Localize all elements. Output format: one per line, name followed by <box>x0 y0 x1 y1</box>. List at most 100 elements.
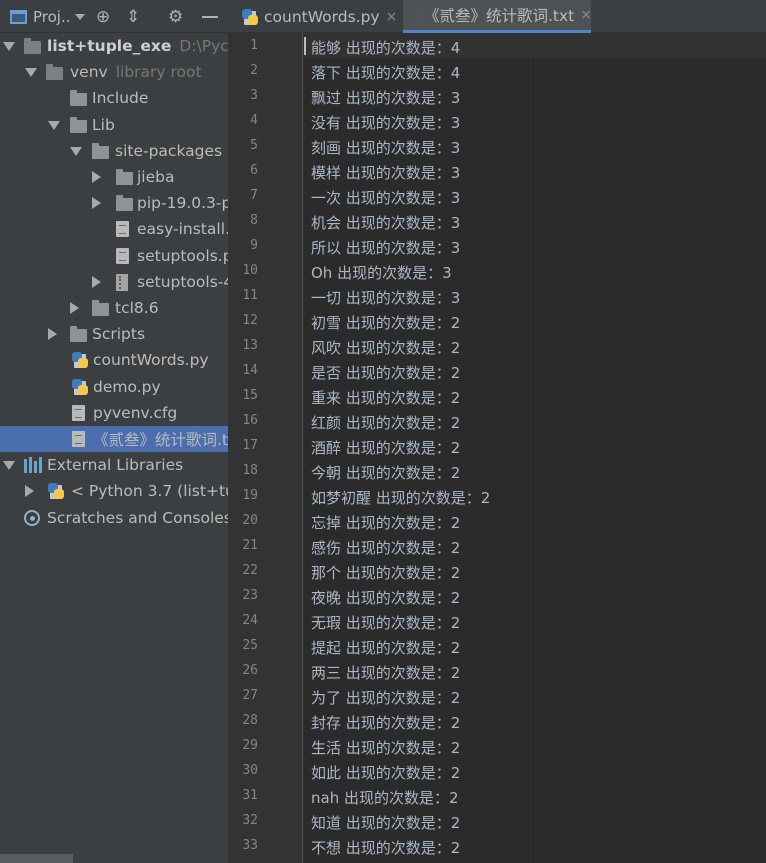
locate-icon[interactable]: ⊕ <box>96 0 110 33</box>
collapse-arrow-icon[interactable] <box>92 275 101 288</box>
collapse-arrow-icon[interactable] <box>25 485 34 498</box>
expand-arrow-icon[interactable] <box>3 461 15 471</box>
expand-arrow-icon[interactable] <box>48 120 60 130</box>
text-line[interactable]: 那个 出现的次数是：2 <box>311 562 460 583</box>
tree-item-text: venv <box>70 63 108 82</box>
tree-item[interactable]: venv library root <box>0 59 228 85</box>
horizontal-scrollbar[interactable] <box>0 854 73 863</box>
tree-item[interactable]: tcl8.6 <box>0 295 228 321</box>
expand-arrow-icon[interactable] <box>25 68 37 78</box>
file-icon <box>72 404 85 421</box>
text-line[interactable]: 为了 出现的次数是：2 <box>311 687 460 708</box>
tree-item-label: demo.py <box>93 378 161 396</box>
collapse-arrow-icon[interactable] <box>48 328 57 341</box>
tree-item[interactable]: easy-install.p <box>0 216 228 242</box>
text-line[interactable]: 生活 出现的次数是：2 <box>311 737 460 758</box>
tree-item[interactable]: External Libraries <box>0 452 228 478</box>
text-line[interactable]: 刻画 出现的次数是：3 <box>311 137 460 158</box>
tree-item[interactable]: Lib <box>0 112 228 138</box>
tab-label: 《贰叁》统计歌词.txt <box>424 7 575 25</box>
text-line[interactable]: 酒醉 出现的次数是：2 <box>311 437 460 458</box>
tree-item[interactable]: Scripts <box>0 321 228 347</box>
tree-item[interactable]: demo.py <box>0 374 228 400</box>
text-line[interactable]: 今朝 出现的次数是：2 <box>311 462 460 483</box>
line-number: 18 <box>242 463 258 478</box>
collapse-arrow-icon[interactable] <box>92 197 101 210</box>
line-number: 13 <box>242 338 258 353</box>
tree-item[interactable]: Scratches and Consoles <box>0 505 228 531</box>
collapse-arrow-icon[interactable] <box>70 302 79 314</box>
tree-item[interactable]: pip-19.0.3-p <box>0 190 228 216</box>
tab-lyrics-txt[interactable]: 《贰叁》统计歌词.txt × <box>403 0 592 33</box>
text-line[interactable]: 封存 出现的次数是：2 <box>311 712 460 733</box>
tree-item[interactable]: countWords.py <box>0 347 228 373</box>
line-number: 27 <box>242 688 258 703</box>
line-number: 21 <box>242 538 258 553</box>
hide-icon[interactable] <box>200 0 220 33</box>
tree-item[interactable]: pyvenv.cfg <box>0 400 228 426</box>
tab-countwords-py[interactable]: countWords.py × <box>228 0 403 33</box>
tree-item[interactable]: < Python 3.7 (list+tup <box>0 478 228 504</box>
tree-item-text: 《贰叁》统计歌词.tx <box>93 431 228 449</box>
collapse-arrow-icon[interactable] <box>92 171 101 183</box>
line-number: 23 <box>242 588 258 603</box>
tree-item[interactable]: Include <box>0 85 228 111</box>
line-number: 33 <box>242 838 258 853</box>
python-file-icon <box>48 483 64 500</box>
tree-item-label: setuptools-4 <box>137 273 228 291</box>
text-line[interactable]: 夜晚 出现的次数是：2 <box>311 587 460 608</box>
tree-item-label: list+tuple_exe D:\Pychar <box>47 37 228 55</box>
gear-icon[interactable]: ⚙ <box>168 0 183 33</box>
text-line[interactable]: 忘掉 出现的次数是：2 <box>311 512 460 533</box>
text-line[interactable]: 如梦初醒 出现的次数是：2 <box>311 487 490 508</box>
text-line[interactable]: 能够 出现的次数是：4 <box>311 37 460 58</box>
text-line[interactable]: 没有 出现的次数是：3 <box>311 112 460 133</box>
text-line[interactable]: Oh 出现的次数是：3 <box>311 262 452 283</box>
text-line[interactable]: 一切 出现的次数是：3 <box>311 287 460 308</box>
text-line[interactable]: 所以 出现的次数是：3 <box>311 237 460 258</box>
tree-item-label: < Python 3.7 (list+tup <box>71 482 228 500</box>
text-line[interactable]: 落下 出现的次数是：4 <box>311 62 460 83</box>
text-line[interactable]: 两三 出现的次数是：2 <box>311 662 460 683</box>
text-line[interactable]: nah 出现的次数是：2 <box>311 787 459 808</box>
tree-item[interactable]: setuptools.p <box>0 243 228 269</box>
tree-item-label: site-packages <box>115 142 222 160</box>
python-file-icon <box>72 378 88 395</box>
folder-icon <box>70 326 87 343</box>
collapse-all-icon[interactable]: ⇕ <box>126 0 140 33</box>
text-line[interactable]: 重来 出现的次数是：2 <box>311 387 460 408</box>
tree-item[interactable]: jieba <box>0 164 228 190</box>
close-icon[interactable]: × <box>580 7 592 23</box>
text-line[interactable]: 是否 出现的次数是：2 <box>311 362 460 383</box>
text-line[interactable]: 飘过 出现的次数是：3 <box>311 87 460 108</box>
tree-item[interactable]: setuptools-4 <box>0 269 228 295</box>
tree-item-text: tcl8.6 <box>115 299 159 317</box>
text-line[interactable]: 知道 出现的次数是：2 <box>311 812 460 833</box>
text-line[interactable]: 一次 出现的次数是：3 <box>311 187 460 208</box>
text-line[interactable]: 感伤 出现的次数是：2 <box>311 537 460 558</box>
tree-item-text: External Libraries <box>47 456 184 475</box>
archive-icon <box>116 273 128 291</box>
tree-item-text: Lib <box>92 115 115 134</box>
text-line[interactable]: 初雪 出现的次数是：2 <box>311 312 460 333</box>
expand-arrow-icon[interactable] <box>3 42 15 51</box>
text-line[interactable]: 如此 出现的次数是：2 <box>311 762 460 783</box>
tree-item[interactable]: 《贰叁》统计歌词.tx <box>0 426 228 452</box>
text-line[interactable]: 无瑕 出现的次数是：2 <box>311 612 460 633</box>
text-line[interactable]: 提起 出现的次数是：2 <box>311 637 460 658</box>
folder-icon <box>92 300 109 316</box>
line-number: 25 <box>242 638 258 653</box>
text-line[interactable]: 模样 出现的次数是：3 <box>311 162 460 183</box>
expand-arrow-icon[interactable] <box>70 146 82 156</box>
text-line[interactable]: 机会 出现的次数是：3 <box>311 212 460 233</box>
close-icon[interactable]: × <box>386 9 398 25</box>
tree-item[interactable]: list+tuple_exe D:\Pychar <box>0 33 228 59</box>
text-line[interactable]: 风吹 出现的次数是：2 <box>311 337 460 358</box>
project-view-dropdown[interactable]: Proj.. <box>10 0 85 33</box>
line-number: 7 <box>250 188 258 203</box>
text-line[interactable]: 不想 出现的次数是：2 <box>311 837 460 858</box>
text-line[interactable]: 红颜 出现的次数是：2 <box>311 412 460 433</box>
tree-item-label: jieba <box>137 168 175 186</box>
line-number: 2 <box>250 63 258 78</box>
tree-item[interactable]: site-packages <box>0 138 228 164</box>
